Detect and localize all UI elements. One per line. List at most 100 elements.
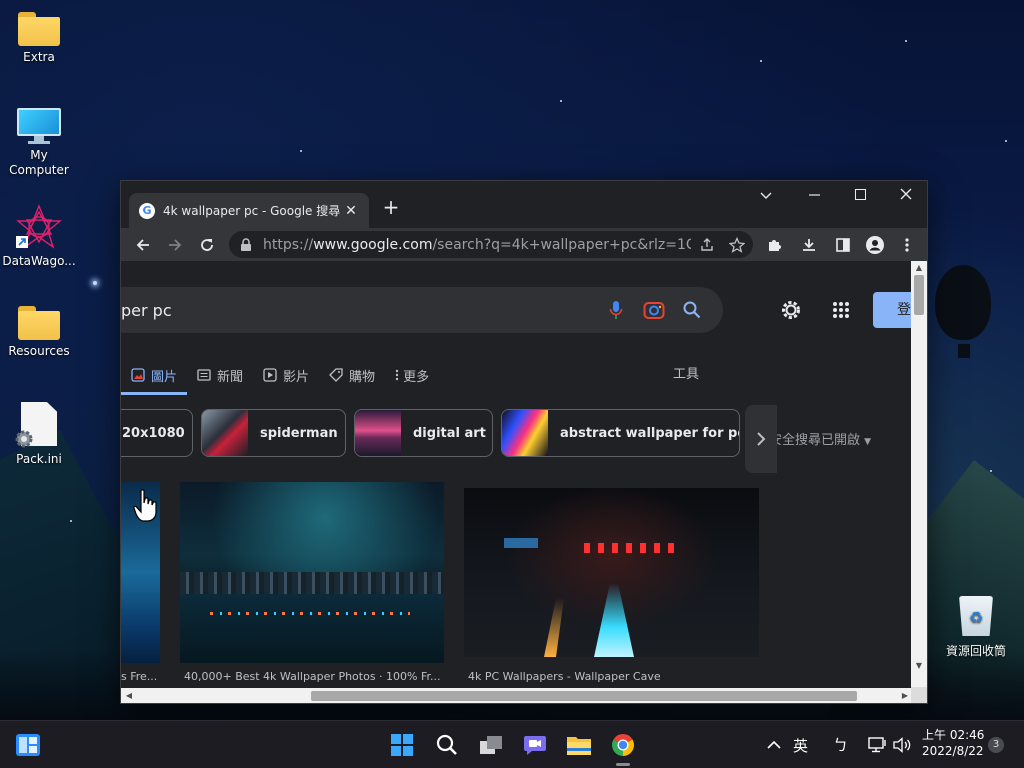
search-input[interactable]: per pc xyxy=(121,287,723,333)
forward-button[interactable] xyxy=(159,231,191,259)
tab-images[interactable]: 圖片 xyxy=(121,357,188,395)
search-type-tabs: 圖片 新聞 影片 購物 更多 xyxy=(121,357,439,395)
horizontal-scrollbar[interactable]: ◀ ▶ xyxy=(121,688,913,703)
start-button[interactable] xyxy=(386,729,418,761)
desktop-icon-pack-ini[interactable]: Pack.ini xyxy=(1,402,77,467)
new-tab-button[interactable]: + xyxy=(379,195,403,219)
browser-menu-button[interactable] xyxy=(891,231,923,259)
desktop-icon-recycle-bin[interactable]: ♻ 資源回收筒 xyxy=(938,596,1014,659)
system-clock[interactable]: 上午 02:46 2022/8/22 xyxy=(922,727,984,759)
tab-videos[interactable]: 影片 xyxy=(253,357,319,393)
desktop-icon-label: Resources xyxy=(8,344,70,358)
close-window-button[interactable] xyxy=(883,181,927,213)
scroll-up-icon[interactable]: ▲ xyxy=(911,263,927,272)
monitor-icon xyxy=(17,108,61,144)
vertical-scrollbar[interactable]: ▲ ▼ xyxy=(911,261,927,688)
downloads-button[interactable] xyxy=(793,231,825,259)
search-icon xyxy=(683,301,701,319)
chip-abstract-wallpaper[interactable]: abstract wallpaper for pc xyxy=(501,409,740,457)
image-result-caption[interactable]: s Fre... xyxy=(121,670,160,683)
desktop-icon-extra[interactable]: Extra xyxy=(1,12,77,65)
chip-digital-art[interactable]: digital art xyxy=(354,409,493,457)
minimize-button[interactable] xyxy=(791,181,837,213)
image-result-caption[interactable]: 40,000+ Best 4k Wallpaper Photos · 100% … xyxy=(184,670,444,683)
clock-time: 上午 02:46 xyxy=(922,728,985,742)
tools-button[interactable]: 工具 xyxy=(673,357,699,393)
chrome-taskbar-button[interactable] xyxy=(607,729,639,761)
bookmark-star-icon[interactable] xyxy=(729,236,745,253)
chip-1080[interactable]: 20x1080 xyxy=(121,409,193,457)
scroll-left-icon[interactable]: ◀ xyxy=(121,688,137,703)
start-icon xyxy=(391,734,413,756)
arrow-left-icon xyxy=(136,238,149,251)
search-icon xyxy=(436,734,457,755)
tab-shopping[interactable]: 購物 xyxy=(319,357,385,393)
ime-mode-indicator[interactable]: ㄅ xyxy=(833,734,848,755)
chevron-down-icon: ▼ xyxy=(864,437,872,447)
taskbar-search-button[interactable] xyxy=(431,729,463,761)
chip-spiderman[interactable]: spiderman xyxy=(201,409,346,457)
volume-button[interactable] xyxy=(886,729,918,761)
sign-in-button[interactable]: 登 xyxy=(873,292,913,328)
address-bar[interactable]: https://www.google.com/search?q=4k+wallp… xyxy=(229,231,753,258)
safesearch-toggle[interactable]: 安全搜尋已開啟 ▼ xyxy=(769,429,871,448)
settings-button[interactable] xyxy=(777,296,805,324)
side-panel-icon xyxy=(836,237,850,252)
balloon-basket xyxy=(958,344,970,358)
star xyxy=(760,60,762,62)
google-favicon-icon: G xyxy=(139,202,155,219)
lens-search-button[interactable] xyxy=(639,295,669,325)
star xyxy=(70,520,72,522)
share-icon[interactable] xyxy=(699,237,715,253)
image-result-caption[interactable]: 4k PC Wallpapers - Wallpaper Cave xyxy=(468,670,758,683)
file-explorer-button[interactable] xyxy=(563,729,595,761)
tab-label: 更多 xyxy=(403,369,430,385)
chips-next-button[interactable] xyxy=(745,405,777,473)
show-hidden-icons-button[interactable] xyxy=(758,729,790,761)
image-icon xyxy=(131,368,145,382)
scrollbar-thumb[interactable] xyxy=(311,691,857,701)
taskbar: 英 ㄅ 上午 02:46 2022/8/22 3 xyxy=(0,720,1024,768)
extensions-button[interactable] xyxy=(759,231,791,259)
search-submit-button[interactable] xyxy=(677,295,707,325)
browser-toolbar: https://www.google.com/search?q=4k+wallp… xyxy=(121,228,927,261)
tab-news[interactable]: 新聞 xyxy=(187,357,253,393)
tab-close-icon[interactable]: ✕ xyxy=(343,203,359,219)
hand-cursor-icon xyxy=(133,489,157,522)
ime-language-indicator[interactable]: 英 xyxy=(793,735,808,756)
notification-badge[interactable]: 3 xyxy=(988,737,1004,753)
browser-tab-active[interactable]: G 4k wallpaper pc - Google 搜尋 ✕ xyxy=(129,193,369,228)
task-view-button[interactable] xyxy=(475,729,507,761)
reload-button[interactable] xyxy=(191,231,223,259)
tab-search-dropdown-icon[interactable] xyxy=(743,181,789,213)
desktop-icon-my-computer[interactable]: My Computer xyxy=(1,108,77,178)
clock-date: 2022/8/22 xyxy=(922,744,984,758)
desktop-icon-datawagon[interactable]: DataWago... xyxy=(1,204,77,269)
more-icon xyxy=(395,369,399,381)
side-panel-button[interactable] xyxy=(827,231,859,259)
kebab-menu-icon xyxy=(905,237,909,252)
tab-label: 影片 xyxy=(283,369,310,385)
chip-label: digital art xyxy=(413,425,486,441)
back-button[interactable] xyxy=(127,231,159,259)
datawagon-logo-icon xyxy=(16,204,62,250)
image-result-3[interactable] xyxy=(464,488,759,657)
image-result-2[interactable] xyxy=(180,482,444,663)
tab-more[interactable]: 更多 xyxy=(385,357,439,393)
desktop-icon-resources[interactable]: Resources xyxy=(1,306,77,359)
scroll-down-icon[interactable]: ▼ xyxy=(911,661,927,670)
tab-label: 圖片 xyxy=(151,369,178,385)
voice-search-button[interactable] xyxy=(601,295,631,325)
chat-icon xyxy=(524,736,546,755)
google-apps-button[interactable] xyxy=(827,296,855,324)
chat-button[interactable] xyxy=(519,729,551,761)
profile-button[interactable] xyxy=(859,231,891,259)
star xyxy=(560,100,562,102)
chip-thumbnail xyxy=(202,410,248,456)
scrollbar-thumb[interactable] xyxy=(914,275,924,315)
widgets-button[interactable] xyxy=(12,729,44,761)
task-view-icon xyxy=(480,736,502,754)
maximize-button[interactable] xyxy=(837,181,883,213)
video-icon xyxy=(263,368,277,382)
tab-title: 4k wallpaper pc - Google 搜尋 xyxy=(163,204,341,218)
